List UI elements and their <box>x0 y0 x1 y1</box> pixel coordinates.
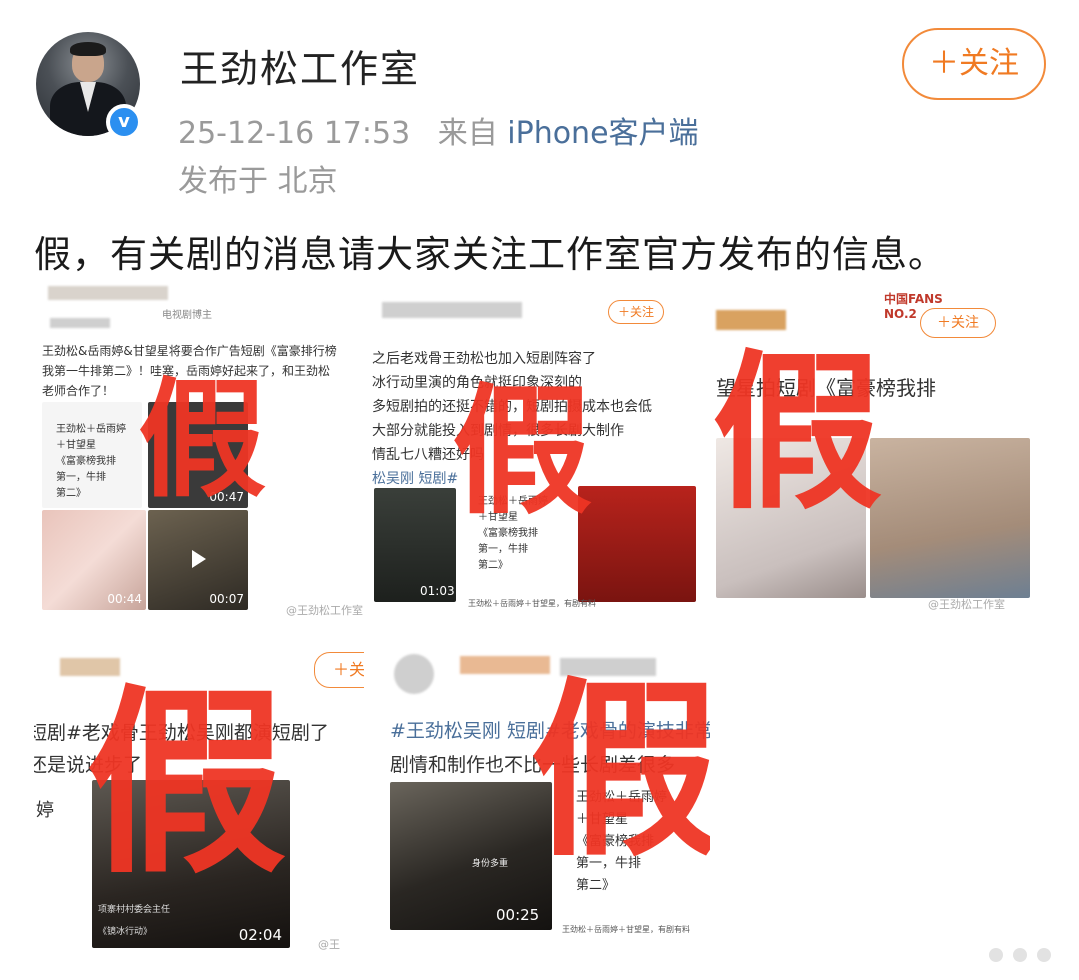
fake-stamp: 假 <box>452 370 593 534</box>
tile1-body-1: 王劲松&岳雨婷&甘望星将要合作广告短剧《富豪排行榜 <box>42 344 337 358</box>
tile1-body-3: 老师合作了！ <box>42 384 115 398</box>
tile4-follow-button[interactable]: ＋关 <box>314 652 364 688</box>
avatar-hair <box>70 42 106 56</box>
follow-button[interactable]: ＋关注 <box>902 28 1046 100</box>
more-options-icon[interactable] <box>989 948 1051 962</box>
video-duration: 00:07 <box>209 592 244 606</box>
tile1-watermark: @王劲松工作室 <box>286 604 363 617</box>
post-text: 假，有关剧的消息请大家关注工作室官方发布的信息。 <box>34 233 946 276</box>
tile2-body-1: 之后老戏骨王劲松也加入短剧阵容了 <box>372 351 596 367</box>
play-icon <box>192 550 206 568</box>
post-source-link[interactable]: iPhone客户端 <box>507 116 698 151</box>
tile4-side: 婷 <box>36 800 54 821</box>
tile3-follow-button[interactable]: ＋关注 <box>920 308 996 338</box>
tile5-caption: 王劲松＋岳雨婷＋甘望星，有剧有料 <box>562 925 690 934</box>
tile2-thumb-poster[interactable] <box>578 486 696 602</box>
blurred-username <box>394 654 434 694</box>
post-meta: 25-12-16 17:53 来自 iPhone客户端 <box>178 108 699 152</box>
tile3-photo-2[interactable] <box>870 438 1030 598</box>
video-duration: 02:04 <box>238 926 282 944</box>
blurred-username <box>382 302 522 318</box>
image-tile-3[interactable]: 中国FANS NO.2 ＋关注 望星拍短剧《富豪榜我排 @王劲松工作室 假 <box>714 282 1044 618</box>
tile1-thumb-video-2[interactable]: 00:44 <box>42 510 146 610</box>
tile2-thumb-video[interactable]: 01:03 <box>374 488 456 602</box>
tile2-follow-button[interactable]: ＋关注 <box>608 300 664 324</box>
post-timestamp: 25-12-16 17:53 <box>178 116 411 151</box>
tile2-caption: 王劲松＋岳雨婷＋甘望星，有剧有料 <box>468 599 596 608</box>
image-tile-4[interactable]: ＋关 短剧#老戏骨王劲松吴刚都演短剧了 还是说进步了 婷 项寨村村委会主任 《镜… <box>34 632 364 950</box>
author-name[interactable]: 王劲松工作室 <box>180 38 420 93</box>
tile2-hashtag[interactable]: 松吴刚 短剧# <box>372 468 458 488</box>
blurred-username <box>48 286 168 300</box>
tile5-thumb-video[interactable]: 身份多重 00:25 <box>390 782 552 930</box>
fake-stamp: 假 <box>530 659 710 882</box>
image-tile-5[interactable]: #王劲松吴刚 短剧#老戏骨的演技非常 剧情和制作也不比一些长剧差很多 身份多重 … <box>380 632 710 950</box>
tile4-watermark: @王 <box>318 938 340 950</box>
blurred-username <box>716 310 786 330</box>
tile1-thumb-text: 王劲松＋岳雨婷 ＋甘望星 《富豪榜我排 第一，牛排 第二》 <box>42 402 142 508</box>
tile1-header-sub: 电视剧博主 <box>162 310 212 321</box>
source-prefix: 来自 <box>437 116 498 151</box>
image-tile-2[interactable]: ＋关注 之后老戏骨王劲松也加入短剧阵容了 冰行动里演的角色就挺印象深刻的 多短剧… <box>372 282 706 618</box>
tile3-watermark: @王劲松工作室 <box>928 598 1005 611</box>
video-duration: 00:44 <box>107 592 142 606</box>
fake-stamp: 假 <box>714 333 883 533</box>
fake-stamp: 假 <box>86 666 287 901</box>
image-tile-1[interactable]: 电视剧博主 王劲松&岳雨婷&甘望星将要合作广告短剧《富豪排行榜 我第一牛排第二》… <box>34 282 364 618</box>
post-location: 发布于 北京 <box>178 164 338 199</box>
video-duration: 00:25 <box>496 906 540 924</box>
video-duration: 01:03 <box>420 584 455 598</box>
fake-stamp: 假 <box>138 365 267 515</box>
blurred-username <box>50 318 110 328</box>
verified-badge-icon: v <box>106 104 142 140</box>
tile1-thumb-video-3[interactable]: 00:07 <box>148 510 248 610</box>
